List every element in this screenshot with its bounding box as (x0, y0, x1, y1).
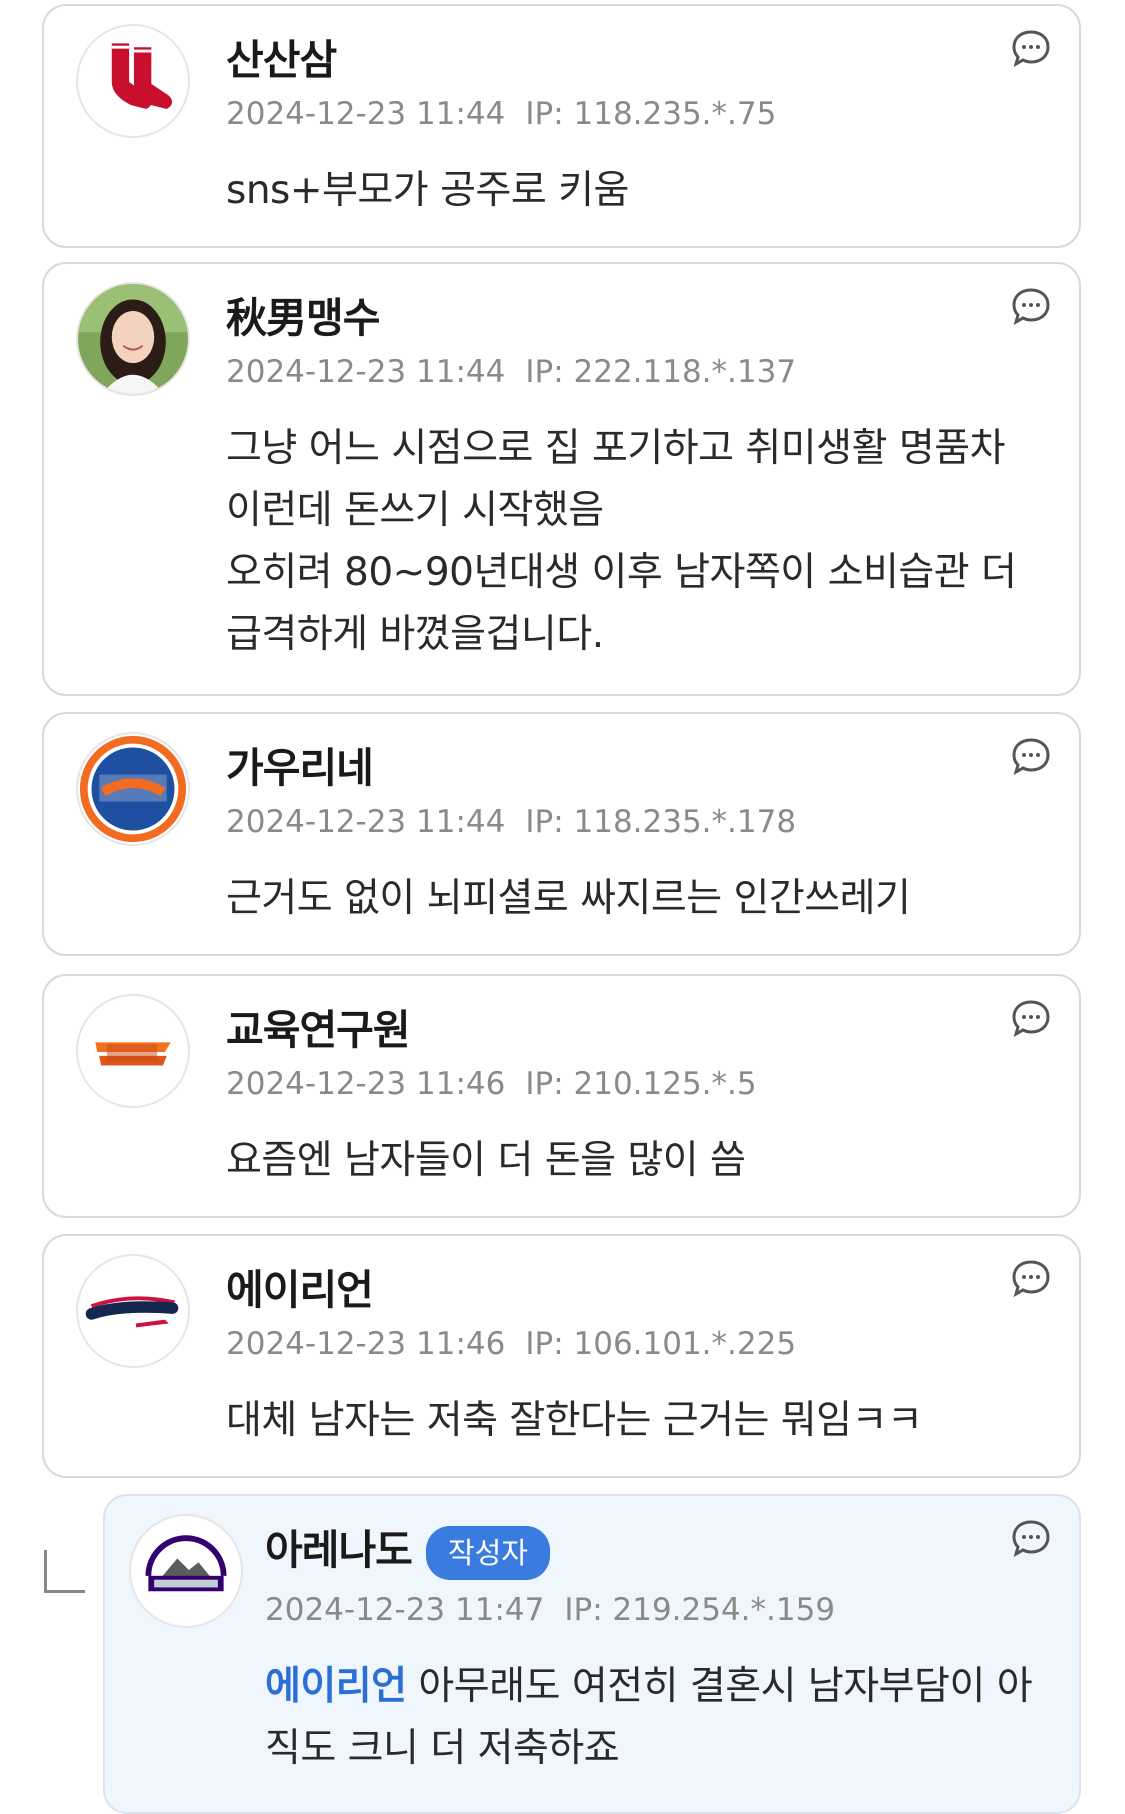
ip-address: IP: 118.235.*.75 (525, 96, 777, 132)
timestamp: 2024-12-23 11:44 (226, 804, 506, 840)
timestamp: 2024-12-23 11:47 (265, 1592, 545, 1628)
nickname[interactable]: 교육연구원 (226, 996, 411, 1056)
comment-bubble-icon[interactable] (1011, 286, 1051, 326)
comment-bubble-icon[interactable] (1011, 1258, 1051, 1298)
comment-text: 근거도 없이 뇌피셜로 싸지르는 인간쓰레기 (226, 876, 911, 921)
avatar-profile-photo[interactable] (76, 282, 190, 396)
comment-text: 요즘엔 남자들이 더 돈을 많이 씀 (226, 1138, 746, 1183)
reply-nickname[interactable]: 아레나도 (265, 1526, 413, 1574)
ip-address: IP: 210.125.*.5 (525, 1066, 757, 1102)
avatar-red-sox-logo[interactable] (76, 24, 190, 138)
avatar-rockies-logo[interactable] (129, 1514, 243, 1628)
comment-bubble-icon[interactable] (1011, 28, 1051, 68)
comment-bubble-icon[interactable] (1011, 736, 1051, 776)
ip-address: IP: 222.118.*.137 (525, 354, 797, 390)
comment-card: 가우리네 2024-12-23 11:44 IP: 118.235.*.178 근… (42, 712, 1081, 956)
ip-address: IP: 219.254.*.159 (564, 1592, 836, 1628)
comment-meta: 2024-12-23 11:44 IP: 222.118.*.137 (226, 354, 796, 390)
comment-card: 산산삼 2024-12-23 11:44 IP: 118.235.*.75 sns… (42, 4, 1081, 248)
avatar-braves-logo[interactable] (76, 1254, 190, 1368)
reply-arrow-icon (44, 1550, 85, 1593)
comment-text: 대체 남자는 저축 잘한다는 근거는 뭐임ㅋㅋ (226, 1398, 923, 1443)
mention-link[interactable]: 에이리언 (265, 1664, 407, 1709)
timestamp: 2024-12-23 11:44 (226, 354, 506, 390)
comment-bubble-icon[interactable] (1011, 998, 1051, 1038)
timestamp: 2024-12-23 11:46 (226, 1066, 506, 1102)
avatar-eagles-logo[interactable] (76, 994, 190, 1108)
nickname[interactable]: 가우리네 (226, 734, 374, 794)
ip-address: IP: 106.101.*.225 (525, 1326, 797, 1362)
comment-meta: 2024-12-23 11:44 IP: 118.235.*.178 (226, 804, 796, 840)
nickname[interactable]: 에이리언 (226, 1256, 374, 1316)
comment-text: sns+부모가 공주로 키움 (226, 168, 629, 213)
nickname[interactable]: 秋男맹수 (226, 284, 380, 344)
comment-meta: 2024-12-23 11:46 IP: 106.101.*.225 (226, 1326, 796, 1362)
comment-bubble-icon[interactable] (1011, 1518, 1051, 1558)
author-badge: 작성자 (425, 1526, 550, 1580)
comment-card: 교육연구원 2024-12-23 11:46 IP: 210.125.*.5 요즘… (42, 974, 1081, 1218)
nickname: 아레나도 작성자 (265, 1516, 550, 1580)
comment-meta: 2024-12-23 11:47 IP: 219.254.*.159 (265, 1592, 835, 1628)
avatar-mets-logo[interactable] (76, 732, 190, 846)
nickname[interactable]: 산산삼 (226, 26, 337, 86)
ip-address: IP: 118.235.*.178 (525, 804, 797, 840)
comment-meta: 2024-12-23 11:46 IP: 210.125.*.5 (226, 1066, 757, 1102)
reply-comment-card: 아레나도 작성자 2024-12-23 11:47 IP: 219.254.*.15… (103, 1494, 1081, 1814)
comment-card: 秋男맹수 2024-12-23 11:44 IP: 222.118.*.137 그… (42, 262, 1081, 696)
comment-card: 에이리언 2024-12-23 11:46 IP: 106.101.*.225 대… (42, 1234, 1081, 1478)
timestamp: 2024-12-23 11:46 (226, 1326, 506, 1362)
timestamp: 2024-12-23 11:44 (226, 96, 506, 132)
comment-text: 그냥 어느 시점으로 집 포기하고 취미생활 명품차 이런데 돈쓰기 시작했음 … (226, 426, 1017, 657)
comment-meta: 2024-12-23 11:44 IP: 118.235.*.75 (226, 96, 776, 132)
comment-text: 에이리언 아무래도 여전히 결혼시 남자부담이 아직도 크니 더 저축하죠 (265, 1656, 1039, 1780)
